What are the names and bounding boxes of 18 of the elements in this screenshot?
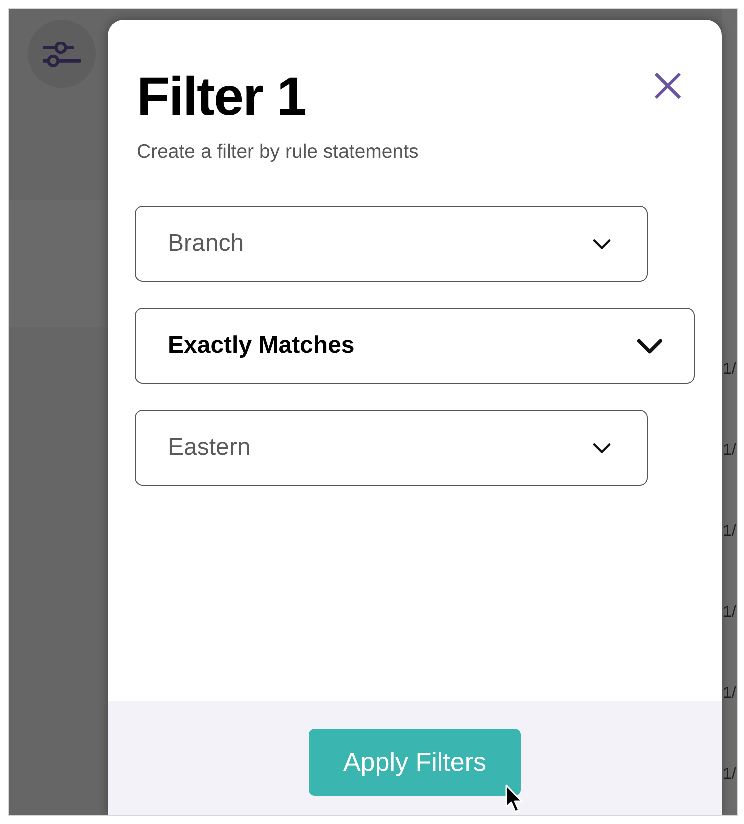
operator-dropdown[interactable]: Exactly Matches bbox=[135, 308, 695, 384]
chevron-down-icon bbox=[593, 442, 611, 454]
field-dropdown[interactable]: Branch bbox=[135, 206, 648, 282]
dialog-title: Filter 1 bbox=[137, 66, 308, 128]
pointer-cursor-icon bbox=[505, 784, 525, 814]
sliders-icon bbox=[43, 42, 81, 66]
background-cell-text: 1/ bbox=[722, 360, 737, 380]
close-icon bbox=[654, 72, 682, 100]
dialog-subtitle: Create a filter by rule statements bbox=[137, 140, 419, 164]
background-cell-text: 1/ bbox=[722, 522, 737, 542]
close-button[interactable] bbox=[654, 72, 682, 100]
background-cell-text: 1/ bbox=[722, 441, 737, 461]
background-cell-text: 1/ bbox=[722, 765, 737, 785]
value-dropdown[interactable]: Eastern bbox=[135, 410, 648, 486]
background-cell-text: 1/ bbox=[722, 603, 737, 623]
chevron-down-icon bbox=[593, 238, 611, 250]
background-cell-text: 1/ bbox=[722, 684, 737, 704]
chevron-down-icon bbox=[637, 338, 663, 354]
